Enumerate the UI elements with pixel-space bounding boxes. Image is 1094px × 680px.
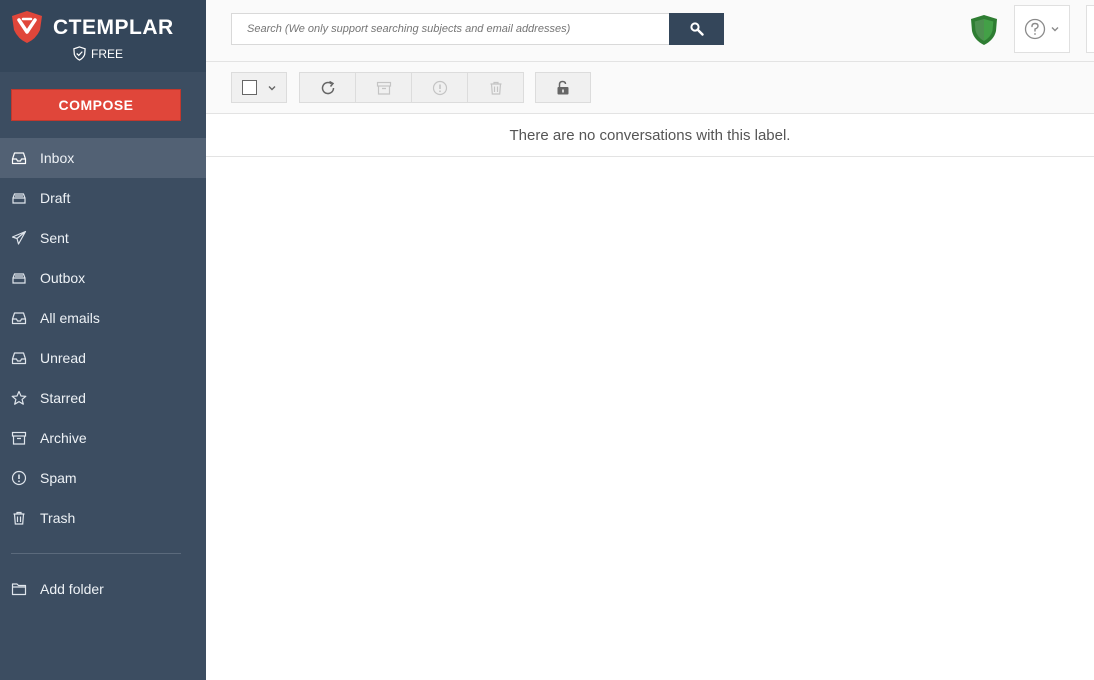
sidebar-item-label: Archive <box>40 430 87 446</box>
folder-nav: Inbox Draft Sent Outbox All emails Unrea… <box>0 138 206 538</box>
sidebar-item-sent[interactable]: Sent <box>0 218 206 258</box>
unread-icon <box>11 350 27 366</box>
draft-icon <box>11 190 27 206</box>
sidebar-item-outbox[interactable]: Outbox <box>0 258 206 298</box>
top-bar <box>206 0 1094 62</box>
shield-check-icon <box>73 46 86 61</box>
trash-button[interactable] <box>467 72 524 103</box>
compose-button[interactable]: COMPOSE <box>11 89 181 121</box>
all-emails-icon <box>11 310 27 326</box>
sidebar-item-draft[interactable]: Draft <box>0 178 206 218</box>
sidebar-item-label: Trash <box>40 510 76 526</box>
chevron-down-icon <box>1051 27 1059 32</box>
trash-icon <box>490 81 501 95</box>
empty-state-message: There are no conversations with this lab… <box>206 114 1094 157</box>
chevron-down-icon <box>268 85 275 90</box>
sidebar-item-label: Inbox <box>40 150 75 166</box>
select-all-dropdown[interactable] <box>231 72 287 103</box>
sidebar: CTEMPLAR FREE COMPOSE Inbox Draft Sent O… <box>0 0 206 680</box>
archive-button[interactable] <box>355 72 412 103</box>
sidebar-item-all-emails[interactable]: All emails <box>0 298 206 338</box>
account-menu-button[interactable] <box>1086 5 1094 53</box>
inbox-icon <box>11 150 27 166</box>
sidebar-item-archive[interactable]: Archive <box>0 418 206 458</box>
spam-button[interactable] <box>411 72 468 103</box>
archive-icon <box>11 430 27 446</box>
unlock-icon <box>557 80 569 94</box>
sidebar-item-inbox[interactable]: Inbox <box>0 138 206 178</box>
add-folder-label: Add folder <box>40 581 104 597</box>
sidebar-item-label: Outbox <box>40 270 86 286</box>
sidebar-item-spam[interactable]: Spam <box>0 458 206 498</box>
search-input[interactable] <box>231 13 670 45</box>
sidebar-item-trash[interactable]: Trash <box>0 498 206 538</box>
ctemplar-logo-icon <box>12 11 42 43</box>
sidebar-divider <box>11 553 181 554</box>
sidebar-item-label: Sent <box>40 230 69 246</box>
trash-icon <box>11 510 27 526</box>
sent-icon <box>11 230 27 246</box>
add-folder-button[interactable]: Add folder <box>0 569 206 609</box>
sidebar-item-label: Spam <box>40 470 77 486</box>
star-icon <box>11 390 27 406</box>
archive-icon <box>376 81 391 95</box>
folder-icon <box>11 581 27 597</box>
sidebar-item-unread[interactable]: Unread <box>0 338 206 378</box>
refresh-icon <box>321 80 334 94</box>
sidebar-item-label: Draft <box>40 190 71 206</box>
help-menu-button[interactable] <box>1014 5 1070 53</box>
sidebar-item-label: Starred <box>40 390 86 406</box>
spam-icon <box>432 80 447 95</box>
add-folder-section: Add folder <box>0 569 206 609</box>
sidebar-item-label: All emails <box>40 310 100 326</box>
brand-name: CTEMPLAR <box>53 16 174 39</box>
app: CTEMPLAR FREE COMPOSE Inbox Draft Sent O… <box>0 0 1094 680</box>
brand-header: CTEMPLAR FREE <box>0 0 206 72</box>
sidebar-item-starred[interactable]: Starred <box>0 378 206 418</box>
plan-label: FREE <box>91 46 124 61</box>
search-icon <box>689 22 704 36</box>
security-shield-icon[interactable] <box>970 14 998 46</box>
plan-badge: FREE <box>72 46 123 61</box>
checkbox-icon[interactable] <box>241 80 257 95</box>
outbox-icon <box>11 270 27 286</box>
search-button[interactable] <box>669 13 724 45</box>
spam-icon <box>11 470 27 486</box>
mail-toolbar <box>206 62 1094 114</box>
unlock-button[interactable] <box>535 72 591 103</box>
refresh-button[interactable] <box>299 72 356 103</box>
help-icon <box>1024 18 1046 40</box>
sidebar-item-label: Unread <box>40 350 86 366</box>
